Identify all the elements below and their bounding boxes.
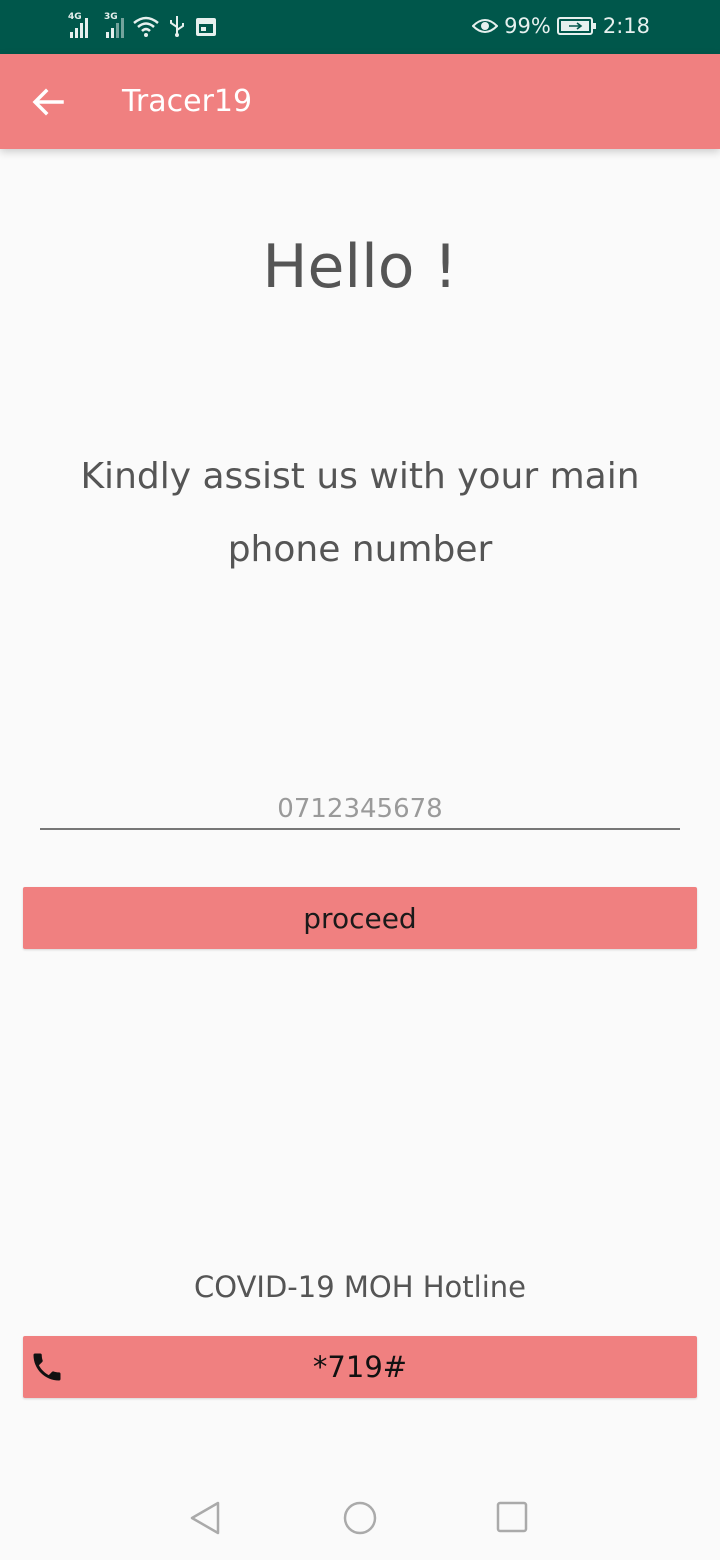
battery-charging-icon [556, 17, 596, 35]
clock: 2:18 [602, 14, 650, 38]
system-nav-bar [0, 1470, 720, 1560]
signal-4g-icon: 4G [68, 12, 88, 38]
hotline-code: *719# [312, 1350, 408, 1384]
usb-icon [170, 16, 184, 37]
phone-prompt-text: Kindly assist us with your main phone nu… [80, 456, 640, 570]
battery-percent: 99% [504, 14, 551, 38]
arrow-back-icon[interactable] [28, 82, 68, 122]
nav-recents-icon[interactable] [496, 1501, 528, 1533]
status-icons-left: 4G 3G [68, 12, 218, 38]
signal-3g-icon: 3G [104, 12, 124, 38]
greeting-heading: Hello ! [262, 232, 458, 302]
status-icons-right: 99% 2:18 [472, 14, 650, 38]
hotline-label: COVID-19 MOH Hotline [194, 1270, 526, 1304]
nav-back-icon[interactable] [188, 1500, 222, 1536]
network-type-2: 3G [104, 12, 118, 22]
calendar-icon [196, 18, 216, 36]
network-type-1: 4G [68, 12, 82, 22]
app-title: Tracer19 [122, 84, 253, 119]
nav-home-icon[interactable] [342, 1500, 378, 1536]
eye-icon [472, 19, 499, 33]
phone-number-input[interactable] [40, 790, 680, 830]
status-bar: 4G 3G 99% 2:18 [0, 0, 720, 54]
proceed-button[interactable]: proceed [23, 887, 697, 949]
hotline-call-button[interactable]: *719# [23, 1336, 697, 1398]
wifi-icon [133, 16, 159, 37]
phone-icon [33, 1353, 61, 1381]
app-bar: Tracer19 [0, 54, 720, 149]
